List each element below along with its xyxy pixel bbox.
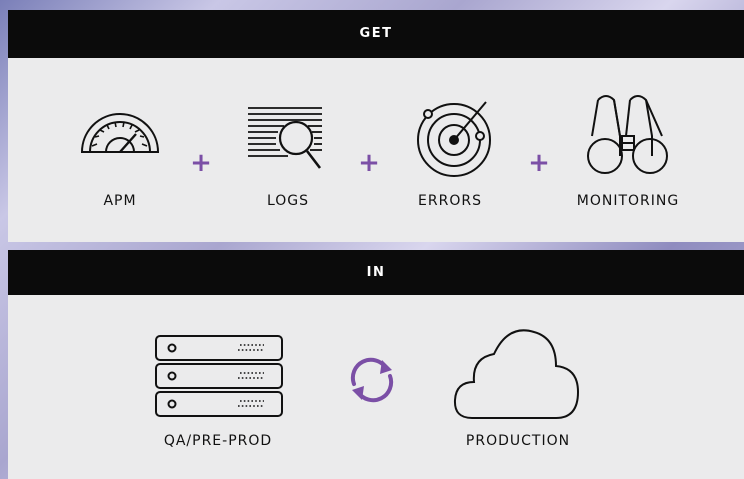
binoculars-icon <box>587 95 668 174</box>
item-label-qa-pre-prod: QA/PRE-PROD <box>163 433 273 449</box>
item-label-errors: ERRORS <box>418 193 482 209</box>
radar-icon <box>417 101 491 177</box>
cloud-icon <box>453 329 580 419</box>
log-search-icon <box>248 107 322 169</box>
in-panel: IN QA/PRE-PROD PRODUCTION <box>8 250 744 479</box>
item-label-production: PRODUCTION <box>465 433 571 449</box>
item-label-monitoring: MONITORING <box>576 193 680 209</box>
server-stack-icon <box>155 335 283 417</box>
item-label-logs: LOGS <box>266 193 310 209</box>
get-panel: GET + + + APM LOGS ERRORS MONITORING <box>8 10 744 242</box>
speedometer-icon <box>80 113 160 153</box>
item-label-apm: APM <box>103 193 137 209</box>
in-header: IN <box>8 250 744 295</box>
get-header: GET <box>8 10 744 58</box>
plus-sign-3: + <box>528 148 550 178</box>
sync-icon <box>350 357 394 403</box>
plus-sign-2: + <box>358 148 380 178</box>
plus-sign-1: + <box>190 148 212 178</box>
